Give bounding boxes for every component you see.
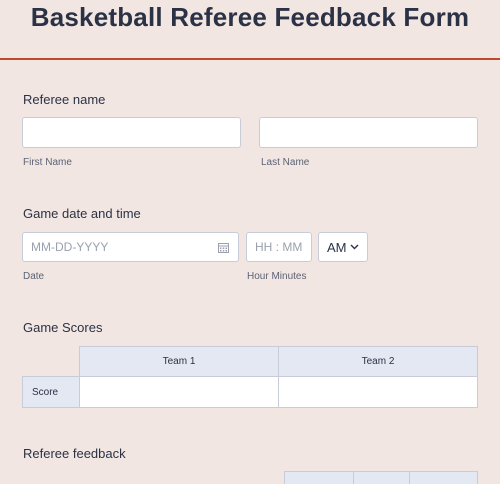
time-input[interactable]: HH : MM bbox=[246, 232, 312, 262]
chevron-down-icon bbox=[350, 244, 359, 250]
date-input[interactable]: MM-DD-YYYY bbox=[22, 232, 239, 262]
game-scores-label: Game Scores bbox=[23, 320, 103, 335]
feedback-column-header bbox=[353, 471, 410, 484]
date-sublabel: Date bbox=[23, 271, 45, 282]
referee-feedback-label: Referee feedback bbox=[23, 446, 126, 461]
ampm-selected-value: AM bbox=[327, 240, 347, 255]
calendar-icon[interactable] bbox=[218, 242, 229, 253]
score-team-1-input[interactable] bbox=[79, 376, 279, 408]
score-team-2-input[interactable] bbox=[278, 376, 478, 408]
game-datetime-label: Game date and time bbox=[23, 206, 141, 221]
feedback-column-header bbox=[409, 471, 478, 484]
form-header: Basketball Referee Feedback Form bbox=[0, 0, 500, 60]
last-name-sublabel: Last Name bbox=[261, 157, 310, 168]
form-title: Basketball Referee Feedback Form bbox=[30, 2, 470, 32]
referee-name-label: Referee name bbox=[23, 92, 106, 107]
ampm-select[interactable]: AM bbox=[318, 232, 368, 262]
date-placeholder: MM-DD-YYYY bbox=[31, 240, 109, 254]
feedback-column-header bbox=[284, 471, 354, 484]
grid-row-label-score: Score bbox=[22, 376, 80, 408]
last-name-input[interactable] bbox=[259, 117, 478, 148]
grid-column-header-team-2: Team 2 bbox=[278, 346, 478, 377]
time-placeholder: HH : MM bbox=[255, 240, 303, 254]
time-sublabel: Hour Minutes bbox=[247, 271, 307, 282]
grid-column-header-team-1: Team 1 bbox=[79, 346, 279, 377]
first-name-input[interactable] bbox=[22, 117, 241, 148]
first-name-sublabel: First Name bbox=[23, 157, 72, 168]
